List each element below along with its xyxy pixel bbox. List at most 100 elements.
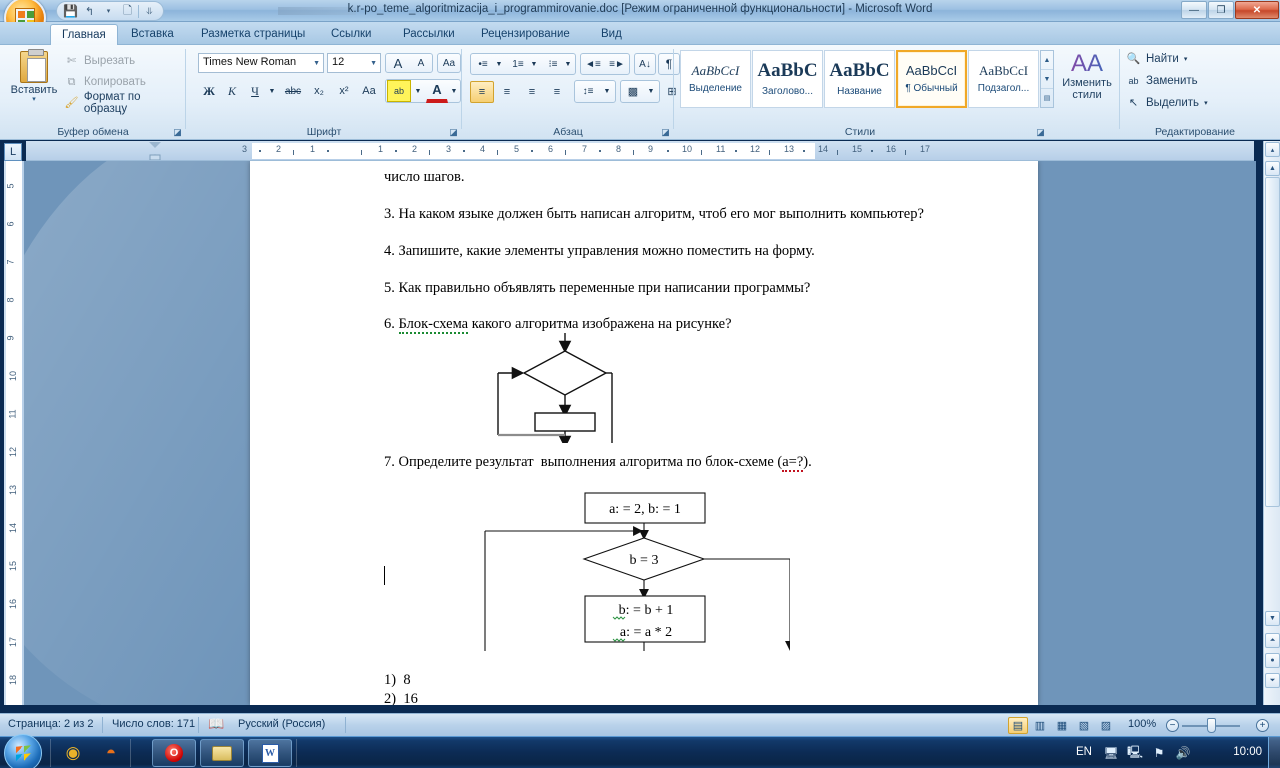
- explorer-taskbar-button[interactable]: [200, 739, 244, 767]
- tab-view[interactable]: Вид: [590, 24, 633, 45]
- sort-button[interactable]: A↓: [634, 54, 656, 74]
- close-button[interactable]: ✕: [1235, 1, 1279, 19]
- bullets-button[interactable]: •≡: [472, 54, 494, 74]
- bold-button[interactable]: Ж: [198, 81, 220, 101]
- font-color-button[interactable]: A: [426, 79, 448, 103]
- tab-stop-selector[interactable]: L: [4, 143, 22, 161]
- style-card-2[interactable]: AaBbC Название: [824, 50, 895, 108]
- highlight-button[interactable]: ab: [387, 80, 411, 102]
- opera-taskbar-button[interactable]: O: [152, 739, 196, 767]
- align-center-button[interactable]: ≡: [495, 81, 519, 103]
- view-draft-button[interactable]: ▨: [1096, 717, 1116, 734]
- volume-icon[interactable]: 🔊: [1174, 745, 1192, 761]
- style-card-0[interactable]: AaBbCcI Выделение: [680, 50, 751, 108]
- highlight-dropdown-icon[interactable]: ▼: [412, 81, 424, 101]
- decrease-indent-button[interactable]: ◄≡: [581, 54, 605, 74]
- tab-insert[interactable]: Вставка: [120, 24, 185, 45]
- language-indicator[interactable]: Русский (Россия): [238, 718, 325, 730]
- tab-home[interactable]: Главная: [50, 24, 118, 45]
- font-size-combo[interactable]: 12 ▼: [327, 53, 381, 73]
- clear-formatting-button[interactable]: Aa: [437, 53, 461, 73]
- chevron-down-icon[interactable]: ▼: [370, 60, 377, 67]
- scroll-up-icon[interactable]: ▲: [1041, 51, 1053, 70]
- font-name-combo[interactable]: Times New Roman ▼: [198, 53, 324, 73]
- copy-button[interactable]: ⧉ Копировать: [64, 72, 146, 92]
- clock[interactable]: 10:00: [1233, 746, 1262, 758]
- shrink-font-button[interactable]: A: [410, 53, 432, 73]
- align-left-button[interactable]: ≡: [470, 81, 494, 103]
- numbering-button[interactable]: 1≡: [507, 54, 529, 74]
- paragraph-dialog-launcher[interactable]: ◪: [660, 127, 671, 138]
- underline-dropdown-icon[interactable]: ▼: [266, 81, 278, 101]
- tab-references[interactable]: Ссылки: [320, 24, 383, 45]
- style-card-1[interactable]: AaBbC Заголово...: [752, 50, 823, 108]
- grow-font-button[interactable]: A: [387, 53, 409, 73]
- view-print-layout-button[interactable]: ▤: [1008, 717, 1028, 734]
- vertical-ruler[interactable]: 5 6 7 8 9 10 11 12 13 14 15 16 17 18: [4, 161, 24, 705]
- scroll-thumb[interactable]: [1265, 177, 1280, 507]
- font-dialog-launcher[interactable]: ◪: [448, 127, 459, 138]
- underline-button[interactable]: Ч: [244, 81, 266, 101]
- document-page[interactable]: число шагов. 3. На каком языке должен бы…: [250, 161, 1038, 705]
- zoom-in-button[interactable]: +: [1256, 719, 1269, 732]
- font-color-dropdown-icon[interactable]: ▼: [448, 81, 460, 101]
- shading-dropdown-icon[interactable]: ▼: [645, 81, 657, 102]
- network-disconnected-icon[interactable]: ⚑: [1150, 745, 1168, 761]
- line-spacing-dropdown-icon[interactable]: ▼: [601, 81, 613, 102]
- view-outline-button[interactable]: ▧: [1074, 717, 1094, 734]
- styles-gallery-scrollbar[interactable]: ▲ ▼ ▤: [1040, 50, 1054, 108]
- firefox-icon[interactable]: ◓: [98, 740, 124, 766]
- document-canvas[interactable]: число шагов. 3. На каком языке должен бы…: [24, 161, 1256, 705]
- superscript-button[interactable]: x²: [332, 81, 356, 101]
- replace-button[interactable]: ab Заменить: [1126, 71, 1197, 91]
- align-right-button[interactable]: ≡: [520, 81, 544, 103]
- multilevel-list-button[interactable]: ⁝≡: [542, 54, 564, 74]
- styles-dialog-launcher[interactable]: ◪: [1035, 127, 1046, 138]
- change-styles-button[interactable]: AA Изменить стили: [1058, 51, 1116, 102]
- zoom-level-label[interactable]: 100%: [1128, 718, 1156, 730]
- find-button[interactable]: 🔍 Найти ▾: [1126, 49, 1188, 69]
- horizontal-ruler[interactable]: 3 2 1 1 2 3 4 5 6 7 8 9 10 11 12 13 14 1…: [26, 141, 1254, 161]
- restore-button[interactable]: ❐: [1208, 1, 1234, 19]
- change-case-button[interactable]: Aa: [357, 81, 381, 101]
- cut-button[interactable]: ✄ Вырезать: [64, 51, 135, 71]
- subscript-button[interactable]: x₂: [307, 81, 331, 101]
- shading-button[interactable]: ▩: [621, 81, 645, 102]
- chrome-icon[interactable]: ◉: [60, 740, 86, 766]
- minimize-button[interactable]: —: [1181, 1, 1207, 19]
- justify-button[interactable]: ≡: [545, 81, 569, 103]
- chevron-down-icon[interactable]: ▼: [313, 60, 320, 67]
- numbering-dropdown-icon[interactable]: ▼: [528, 54, 540, 74]
- view-full-screen-reading-button[interactable]: ▥: [1030, 717, 1050, 734]
- zoom-slider-knob[interactable]: [1207, 718, 1216, 733]
- increase-indent-button[interactable]: ≡►: [605, 54, 629, 74]
- select-button[interactable]: ↖ Выделить ▾: [1126, 93, 1208, 113]
- style-card-4[interactable]: AaBbCcI Подзагол...: [968, 50, 1039, 108]
- style-card-3[interactable]: AaBbCcI ¶ Обычный: [896, 50, 967, 108]
- word-taskbar-button[interactable]: W: [248, 739, 292, 767]
- previous-page-button[interactable]: ⏶: [1265, 633, 1280, 648]
- clipboard-dialog-launcher[interactable]: ◪: [172, 127, 183, 138]
- styles-more-icon[interactable]: ▤: [1041, 89, 1053, 107]
- italic-button[interactable]: К: [221, 81, 243, 101]
- word-count[interactable]: Число слов: 171: [112, 718, 195, 730]
- tab-review[interactable]: Рецензирование: [470, 24, 581, 45]
- scroll-down-icon[interactable]: ▼: [1041, 70, 1053, 89]
- tab-mailings[interactable]: Рассылки: [392, 24, 466, 45]
- multilevel-dropdown-icon[interactable]: ▼: [562, 54, 574, 74]
- scroll-split-icon[interactable]: ▴: [1265, 142, 1280, 157]
- scroll-down-button[interactable]: ▼: [1265, 611, 1280, 626]
- line-spacing-button[interactable]: ↕≡: [575, 81, 601, 102]
- chevron-down-icon[interactable]: ▾: [1184, 55, 1188, 63]
- page-indicator[interactable]: Страница: 2 из 2: [8, 718, 94, 730]
- network-monitor-icon[interactable]: 🖥: [1102, 745, 1120, 761]
- select-browse-object-button[interactable]: ●: [1265, 653, 1280, 668]
- display-icon[interactable]: 🖳: [1126, 745, 1144, 761]
- next-page-button[interactable]: ⏷: [1265, 673, 1280, 688]
- proofing-status-icon[interactable]: 📖: [208, 716, 224, 732]
- language-indicator-tray[interactable]: EN: [1076, 746, 1092, 758]
- format-painter-button[interactable]: 🖌 Формат по образцу: [64, 91, 186, 115]
- chevron-down-icon[interactable]: ▾: [8, 95, 60, 103]
- paste-button[interactable]: Вставить ▾: [8, 49, 60, 103]
- strikethrough-button[interactable]: abc: [280, 81, 306, 101]
